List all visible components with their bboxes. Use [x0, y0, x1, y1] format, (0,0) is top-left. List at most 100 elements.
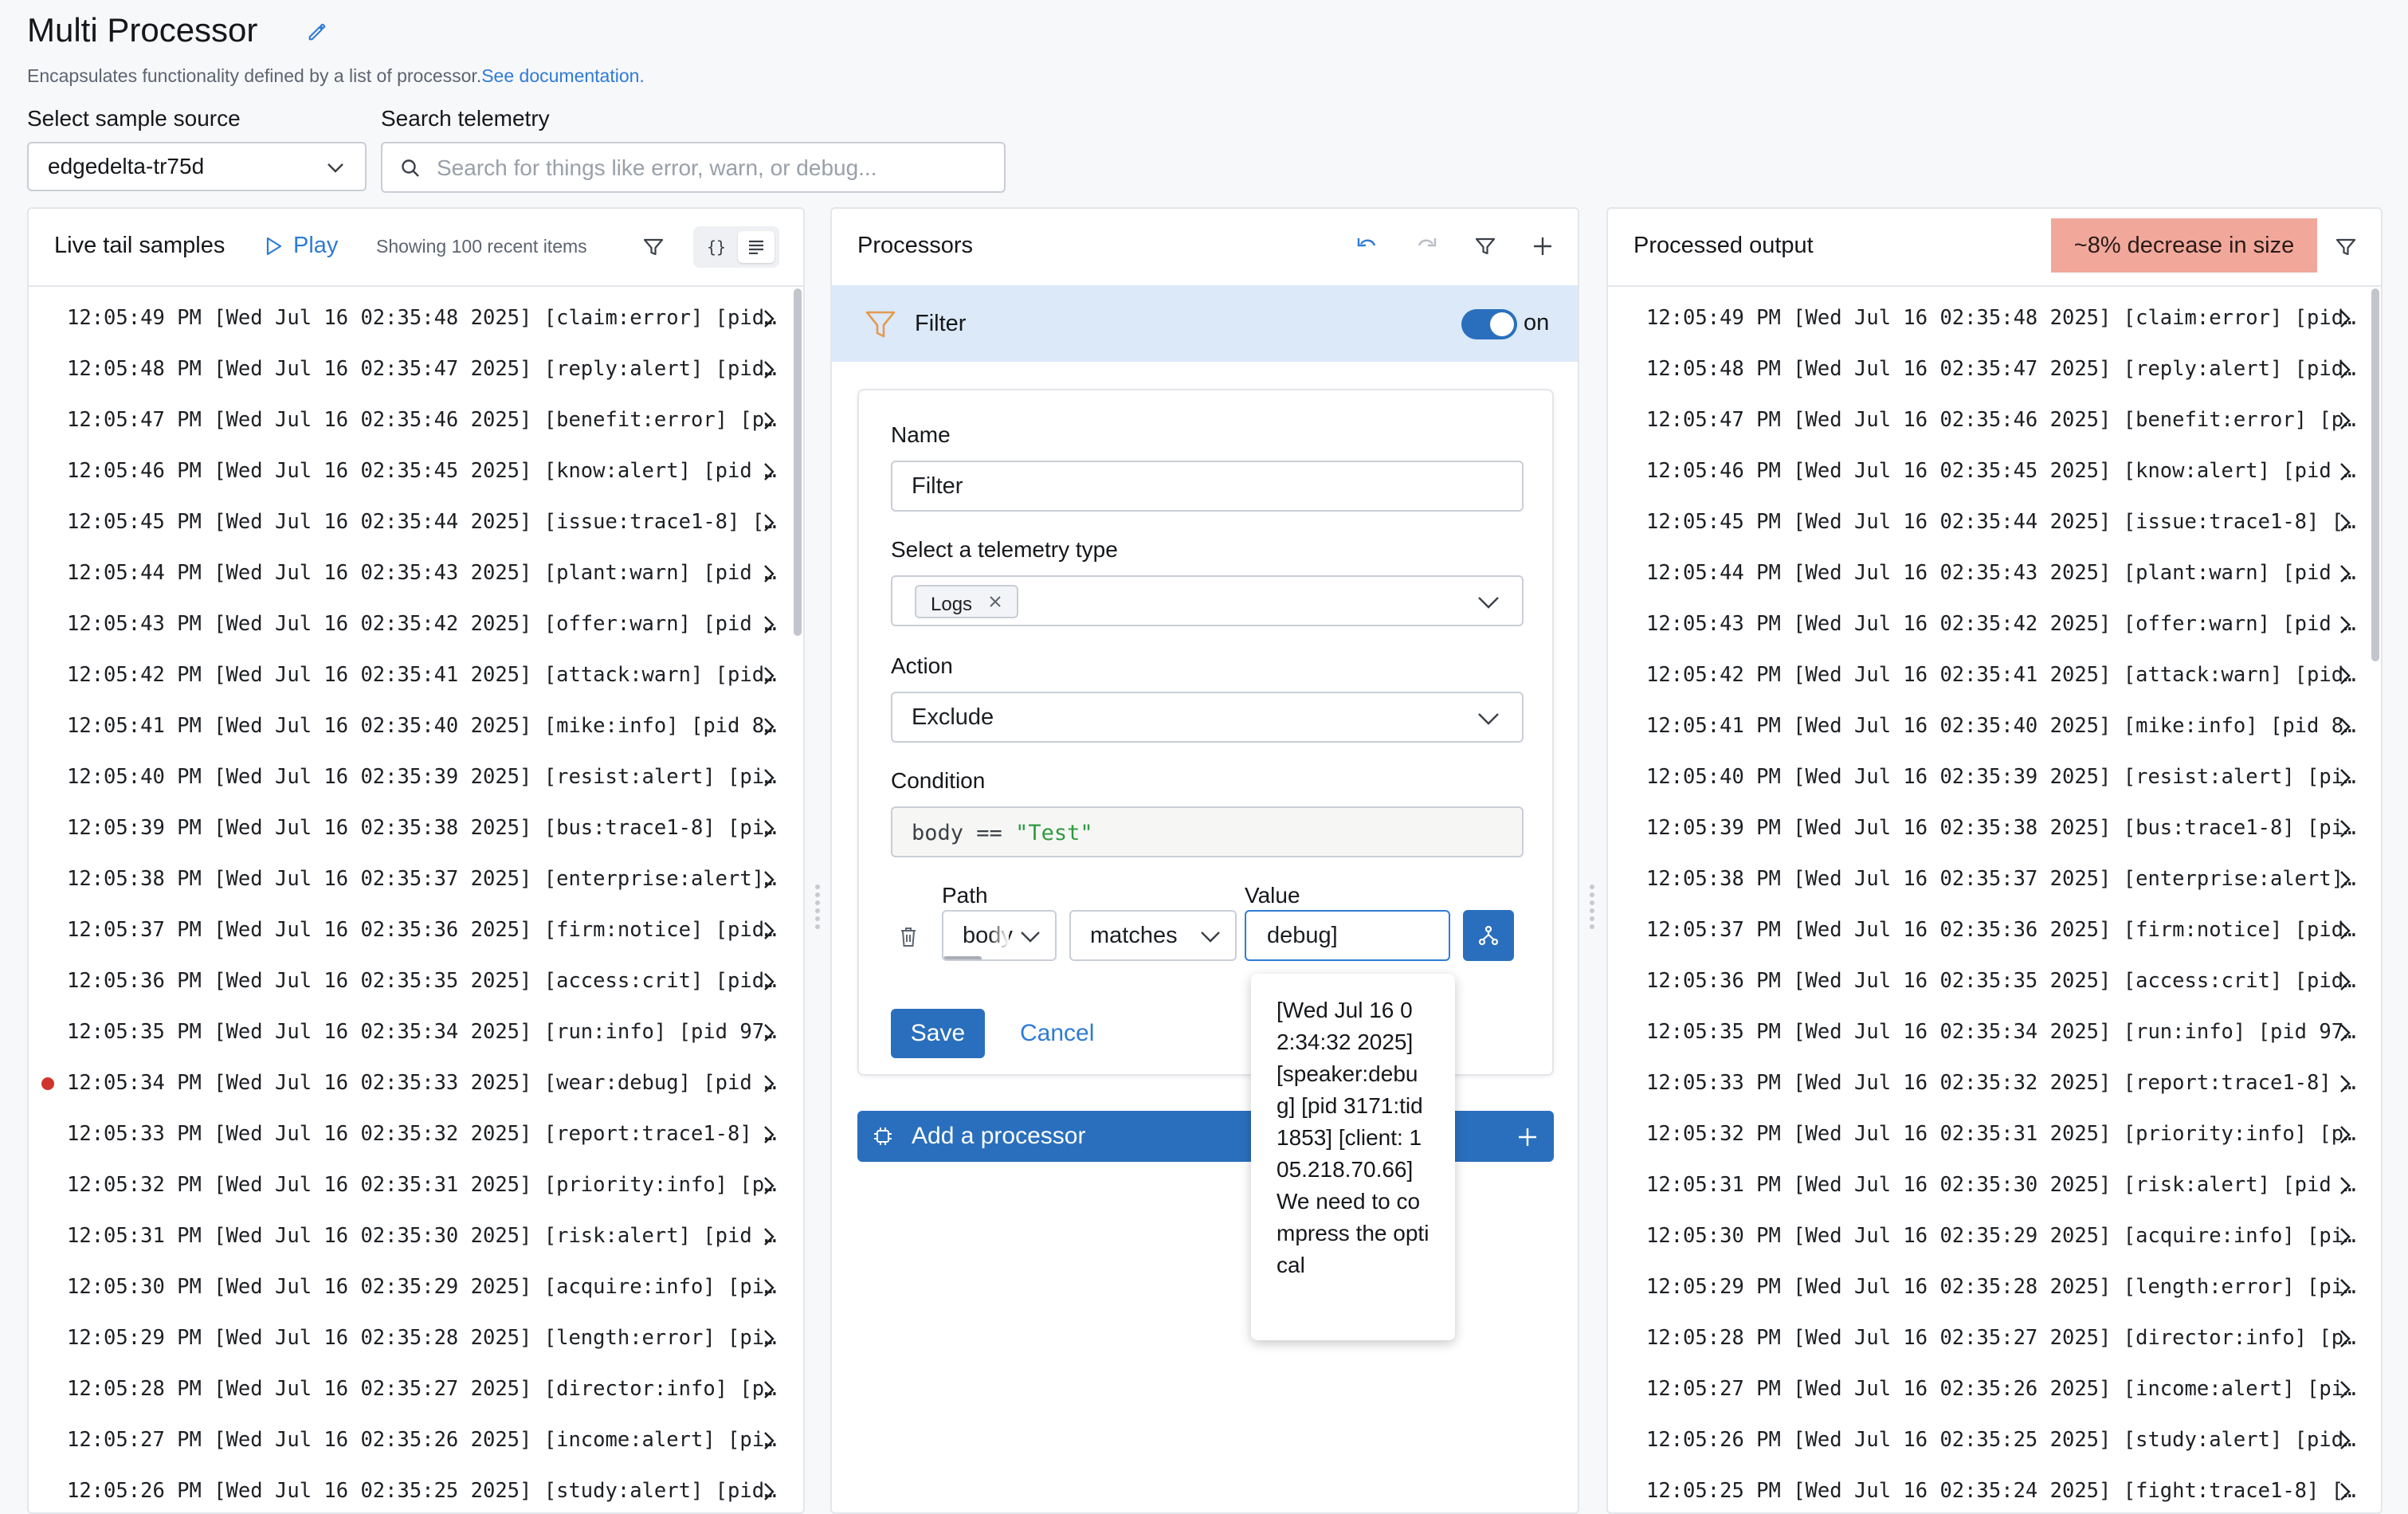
- chevron-right-icon[interactable]: [763, 717, 775, 736]
- log-row[interactable]: 12:05:49 PM [Wed Jul 16 02:35:48 2025] […: [29, 293, 803, 344]
- log-row[interactable]: 12:05:42 PM [Wed Jul 16 02:35:41 2025] […: [29, 650, 803, 701]
- chevron-right-icon[interactable]: [2339, 411, 2351, 430]
- resize-handle-left[interactable]: [815, 884, 820, 932]
- log-row[interactable]: 12:05:31 PM [Wed Jul 16 02:35:30 2025] […: [1608, 1160, 2381, 1211]
- chevron-right-icon[interactable]: [2339, 666, 2351, 685]
- search-input[interactable]: [435, 151, 980, 185]
- chevron-right-icon[interactable]: [2339, 1431, 2351, 1450]
- log-row[interactable]: 12:05:48 PM [Wed Jul 16 02:35:47 2025] […: [1608, 344, 2381, 395]
- log-row[interactable]: 12:05:41 PM [Wed Jul 16 02:35:40 2025] […: [1608, 701, 2381, 752]
- path-select[interactable]: body: [942, 910, 1057, 961]
- chevron-right-icon[interactable]: [763, 1482, 775, 1501]
- log-row[interactable]: 12:05:39 PM [Wed Jul 16 02:35:38 2025] […: [29, 803, 803, 854]
- cancel-button[interactable]: Cancel: [1020, 1020, 1094, 1047]
- chevron-right-icon[interactable]: [2339, 1227, 2351, 1246]
- log-row[interactable]: 12:05:30 PM [Wed Jul 16 02:35:29 2025] […: [29, 1262, 803, 1313]
- resize-handle-right[interactable]: [1590, 884, 1594, 932]
- chevron-right-icon[interactable]: [2339, 1023, 2351, 1042]
- log-row[interactable]: 12:05:26 PM [Wed Jul 16 02:35:25 2025] […: [1608, 1415, 2381, 1466]
- log-row[interactable]: 12:05:37 PM [Wed Jul 16 02:35:36 2025] […: [1608, 905, 2381, 956]
- name-field[interactable]: Filter: [891, 461, 1524, 512]
- log-row[interactable]: 12:05:28 PM [Wed Jul 16 02:35:27 2025] […: [29, 1364, 803, 1415]
- log-row[interactable]: 12:05:29 PM [Wed Jul 16 02:35:28 2025] […: [29, 1313, 803, 1364]
- log-row[interactable]: 12:05:46 PM [Wed Jul 16 02:35:45 2025] […: [29, 446, 803, 497]
- processed-output-scrollbar[interactable]: [2371, 288, 2379, 661]
- chevron-right-icon[interactable]: [763, 819, 775, 838]
- undo-icon[interactable]: [1355, 234, 1380, 258]
- log-row[interactable]: 12:05:31 PM [Wed Jul 16 02:35:30 2025] […: [29, 1211, 803, 1262]
- operator-select[interactable]: matches: [1069, 910, 1237, 961]
- log-row[interactable]: 12:05:44 PM [Wed Jul 16 02:35:43 2025] […: [29, 548, 803, 599]
- chevron-right-icon[interactable]: [763, 462, 775, 481]
- log-row[interactable]: 12:05:38 PM [Wed Jul 16 02:35:37 2025] […: [29, 854, 803, 905]
- chevron-right-icon[interactable]: [2339, 1125, 2351, 1144]
- chevron-right-icon[interactable]: [763, 1278, 775, 1297]
- save-button[interactable]: Save: [891, 1009, 985, 1058]
- chevron-right-icon[interactable]: [2339, 513, 2351, 532]
- chevron-right-icon[interactable]: [2339, 564, 2351, 583]
- chevron-right-icon[interactable]: [2339, 870, 2351, 889]
- chevron-right-icon[interactable]: [2339, 309, 2351, 328]
- chevron-right-icon[interactable]: [2339, 1278, 2351, 1297]
- chevron-right-icon[interactable]: [2339, 360, 2351, 379]
- chevron-right-icon[interactable]: [763, 615, 775, 634]
- chevron-right-icon[interactable]: [763, 513, 775, 532]
- log-row[interactable]: 12:05:40 PM [Wed Jul 16 02:35:39 2025] […: [1608, 752, 2381, 803]
- filter-icon[interactable]: [642, 236, 665, 258]
- log-row[interactable]: 12:05:38 PM [Wed Jul 16 02:35:37 2025] […: [1608, 854, 2381, 905]
- chevron-right-icon[interactable]: [763, 666, 775, 685]
- enable-toggle[interactable]: [1461, 309, 1517, 339]
- log-row[interactable]: 12:05:39 PM [Wed Jul 16 02:35:38 2025] […: [1608, 803, 2381, 854]
- log-row[interactable]: 12:05:33 PM [Wed Jul 16 02:35:32 2025] […: [1608, 1058, 2381, 1109]
- chevron-right-icon[interactable]: [763, 360, 775, 379]
- chevron-right-icon[interactable]: [2339, 768, 2351, 787]
- filter-icon[interactable]: [2335, 236, 2357, 258]
- value-suggestion-popup[interactable]: [Wed Jul 16 02:34:32 2025] [speaker:debu…: [1251, 974, 1455, 1340]
- chevron-right-icon[interactable]: [2339, 462, 2351, 481]
- remove-tag-icon[interactable]: [988, 594, 1002, 609]
- chevron-right-icon[interactable]: [763, 1074, 775, 1093]
- log-row[interactable]: 12:05:47 PM [Wed Jul 16 02:35:46 2025] […: [29, 395, 803, 446]
- log-row[interactable]: 12:05:32 PM [Wed Jul 16 02:35:31 2025] […: [1608, 1109, 2381, 1160]
- chevron-right-icon[interactable]: [2339, 1380, 2351, 1399]
- action-select[interactable]: Exclude: [891, 692, 1524, 743]
- log-row[interactable]: 12:05:27 PM [Wed Jul 16 02:35:26 2025] […: [1608, 1364, 2381, 1415]
- chevron-right-icon[interactable]: [763, 1380, 775, 1399]
- live-tail-scrollbar[interactable]: [794, 288, 802, 636]
- log-row[interactable]: 12:05:47 PM [Wed Jul 16 02:35:46 2025] […: [1608, 395, 2381, 446]
- log-row[interactable]: 12:05:41 PM [Wed Jul 16 02:35:40 2025] […: [29, 701, 803, 752]
- log-row[interactable]: 12:05:36 PM [Wed Jul 16 02:35:35 2025] […: [1608, 956, 2381, 1007]
- log-row[interactable]: 12:05:26 PM [Wed Jul 16 02:35:25 2025] […: [29, 1466, 803, 1512]
- chevron-right-icon[interactable]: [763, 1023, 775, 1042]
- sample-source-select[interactable]: edgedelta-tr75d: [27, 142, 367, 191]
- documentation-link[interactable]: See documentation.: [481, 65, 645, 86]
- log-row[interactable]: 12:05:43 PM [Wed Jul 16 02:35:42 2025] […: [29, 599, 803, 650]
- log-row[interactable]: 12:05:45 PM [Wed Jul 16 02:35:44 2025] […: [1608, 497, 2381, 548]
- chevron-right-icon[interactable]: [2339, 1176, 2351, 1195]
- filter-icon[interactable]: [1474, 235, 1496, 257]
- json-view-button[interactable]: {}: [698, 231, 735, 263]
- chevron-right-icon[interactable]: [763, 972, 775, 991]
- add-icon[interactable]: [1531, 235, 1554, 257]
- telemetry-type-select[interactable]: Logs: [891, 575, 1524, 626]
- log-row[interactable]: 12:05:35 PM [Wed Jul 16 02:35:34 2025] […: [29, 1007, 803, 1058]
- chevron-right-icon[interactable]: [763, 1329, 775, 1348]
- log-row[interactable]: 12:05:46 PM [Wed Jul 16 02:35:45 2025] […: [1608, 446, 2381, 497]
- chevron-right-icon[interactable]: [2339, 1482, 2351, 1501]
- log-row[interactable]: 12:05:48 PM [Wed Jul 16 02:35:47 2025] […: [29, 344, 803, 395]
- value-input[interactable]: debug]: [1245, 910, 1450, 961]
- chevron-right-icon[interactable]: [2339, 615, 2351, 634]
- log-row[interactable]: 12:05:35 PM [Wed Jul 16 02:35:34 2025] […: [1608, 1007, 2381, 1058]
- log-row[interactable]: 12:05:34 PM [Wed Jul 16 02:35:33 2025] […: [29, 1058, 803, 1109]
- log-row[interactable]: 12:05:45 PM [Wed Jul 16 02:35:44 2025] […: [29, 497, 803, 548]
- text-view-button[interactable]: [738, 231, 775, 263]
- log-row[interactable]: 12:05:37 PM [Wed Jul 16 02:35:36 2025] […: [29, 905, 803, 956]
- log-row[interactable]: 12:05:32 PM [Wed Jul 16 02:35:31 2025] […: [29, 1160, 803, 1211]
- chevron-right-icon[interactable]: [2339, 1329, 2351, 1348]
- log-row[interactable]: 12:05:27 PM [Wed Jul 16 02:35:26 2025] […: [29, 1415, 803, 1466]
- value-options-button[interactable]: [1463, 910, 1514, 961]
- chevron-right-icon[interactable]: [763, 1431, 775, 1450]
- pencil-icon[interactable]: [306, 21, 328, 43]
- chevron-right-icon[interactable]: [2339, 921, 2351, 940]
- redo-icon[interactable]: [1414, 234, 1439, 258]
